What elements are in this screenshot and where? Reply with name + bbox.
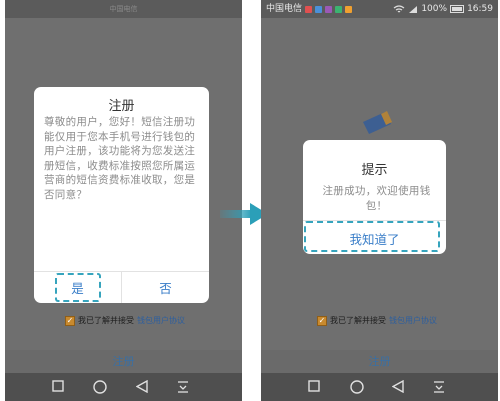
notification-icon (315, 5, 323, 13)
agreement-text: 我已了解并接受 (330, 316, 386, 325)
circle-icon[interactable] (350, 380, 364, 394)
status-carrier: 中国电信 (266, 4, 303, 14)
status-bar: 中国电信 (5, 0, 242, 18)
status-time: 16:59 (467, 4, 493, 14)
dialog-title: 提示 (361, 163, 388, 178)
nav-bar (5, 373, 242, 401)
dialog-title: 注册 (108, 99, 135, 114)
battery-percent: 100% (421, 4, 448, 14)
register-dialog: 注册 尊敬的用户，您好！短信注册功能仅用于您本手机号进行钱包的用户注册，该功能将… (34, 87, 209, 303)
notification-icon (305, 5, 313, 13)
agreement-checkbox[interactable]: ✓ (65, 315, 75, 326)
agreement-link[interactable]: 钱包用户协议 (137, 315, 185, 326)
notification-down-icon[interactable] (433, 380, 445, 393)
agreement-checkbox[interactable]: ✓ (317, 315, 327, 326)
register-button[interactable]: 注册 (5, 350, 242, 374)
ok-button-highlight (304, 221, 440, 252)
square-icon[interactable] (308, 380, 320, 392)
agreement-row[interactable]: ✓ 我已了解并接受 钱包用户协议 (65, 315, 185, 326)
notification-icon (325, 5, 333, 13)
notification-icon (345, 5, 353, 13)
wifi-icon (393, 4, 405, 12)
circle-icon[interactable] (93, 380, 107, 394)
status-bar: 中国电信 100% 16:59 (261, 0, 498, 18)
agreement-row[interactable]: ✓ 我已了解并接受 钱包用户协议 (317, 315, 437, 326)
triangle-back-icon[interactable] (136, 380, 148, 393)
battery-icon (450, 5, 465, 13)
no-button[interactable]: 否 (122, 278, 209, 297)
notification-icon (335, 5, 343, 13)
signal-icon (409, 5, 418, 13)
notification-down-icon[interactable] (177, 380, 189, 393)
yes-button-highlight (55, 273, 101, 302)
agreement-link[interactable]: 钱包用户协议 (389, 315, 437, 326)
dialog-message: 注册成功，欢迎使用钱包！ (322, 185, 431, 212)
register-button[interactable]: 注册 (261, 350, 498, 374)
wallet-icon (363, 111, 392, 134)
status-carrier-faint: 中国电信 (109, 5, 138, 13)
left-phone-screen: 中国电信 注册 尊敬的用户，您好！短信注册功能仅用于您本手机号进行钱包的用户注册… (5, 0, 242, 401)
agreement-text: 我已了解并接受 (78, 316, 134, 325)
right-phone-screen: 中国电信 100% 16:59 提示 注册成功，欢迎使用钱包！ 我知道了 ✓ 我… (261, 0, 498, 401)
square-icon[interactable] (52, 380, 64, 392)
dialog-message: 尊敬的用户，您好！短信注册功能仅用于您本手机号进行钱包的用户注册，该功能将为您发… (44, 116, 196, 201)
triangle-back-icon[interactable] (392, 380, 404, 393)
success-dialog: 提示 注册成功，欢迎使用钱包！ 我知道了 (303, 140, 446, 254)
nav-bar (261, 373, 498, 401)
